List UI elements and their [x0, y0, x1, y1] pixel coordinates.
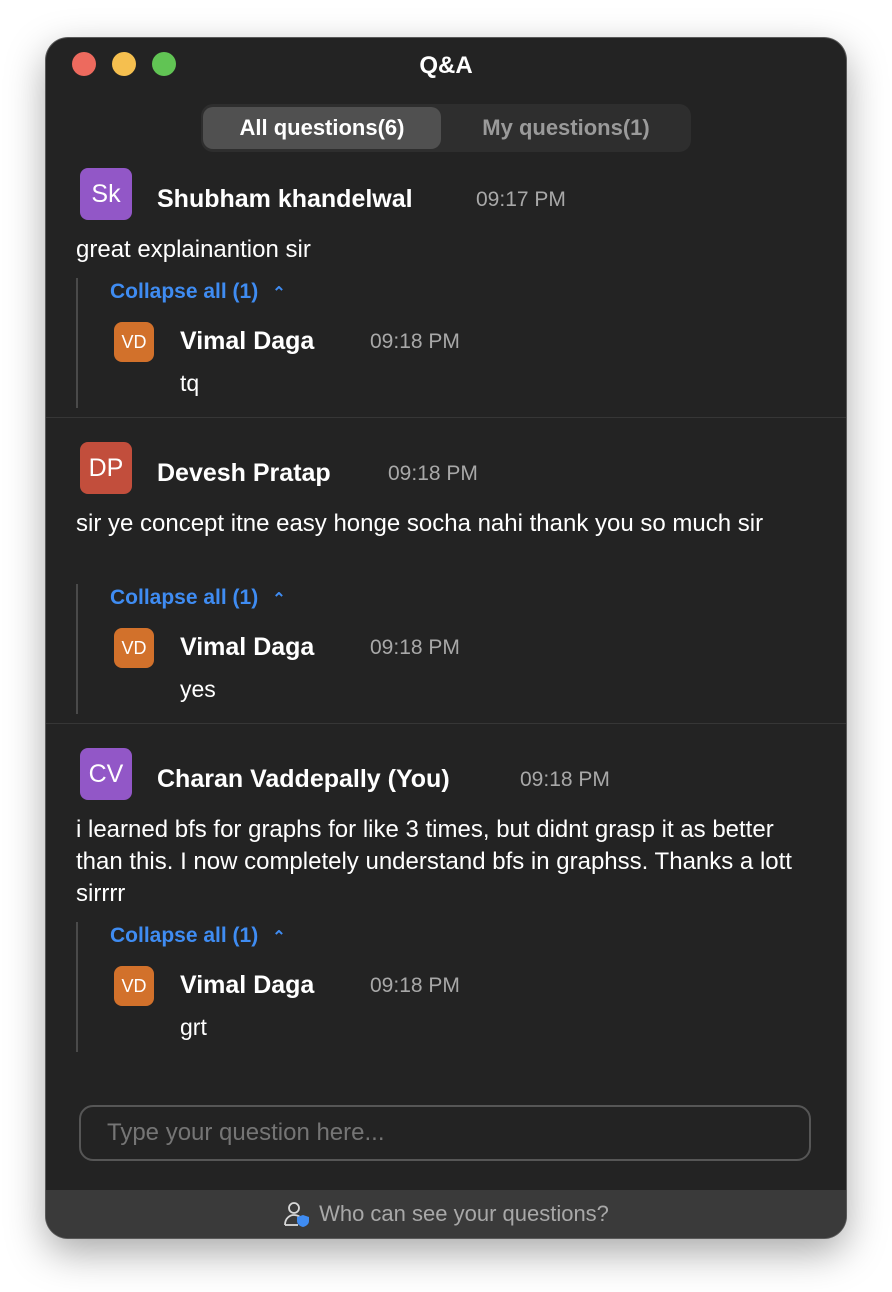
window-title: Q&A	[419, 52, 473, 79]
question-author: Devesh Pratap	[157, 459, 331, 487]
person-shield-icon	[283, 1200, 311, 1228]
reply-avatar: VD	[114, 628, 154, 668]
question-time: 09:17 PM	[476, 188, 566, 211]
avatar-initials: DP	[88, 453, 124, 482]
collapse-label: Collapse all (1)	[110, 280, 259, 303]
question-text: great explainantion sir	[76, 236, 311, 263]
question-text: sir ye concept itne easy honge socha nah…	[76, 510, 764, 537]
reply-divider-line	[76, 278, 78, 408]
collapse-label: Collapse all (1)	[110, 924, 259, 947]
reply-text: tq	[180, 370, 200, 396]
reply-time: 09:18 PM	[370, 636, 460, 659]
reply-divider-line	[76, 922, 78, 1052]
question-time: 09:18 PM	[520, 768, 610, 791]
question-input[interactable]	[79, 1105, 811, 1161]
reply-time: 09:18 PM	[370, 330, 460, 353]
reply-text: yes	[180, 676, 216, 702]
question-tabs: All questions(6) My questions(1)	[201, 104, 691, 152]
collapse-replies-button[interactable]: Collapse all (1) ⌃	[110, 278, 286, 308]
qa-window: Q&A All questions(6) My questions(1) Sk …	[46, 38, 846, 1238]
collapse-replies-button[interactable]: Collapse all (1) ⌃	[110, 922, 286, 952]
thread-divider	[46, 417, 846, 418]
chevron-up-icon: ⌃	[272, 929, 286, 946]
reply-time: 09:18 PM	[370, 974, 460, 997]
question-author: Shubham khandelwal	[157, 185, 413, 213]
question-thread: CV Charan Vaddepally (You) 09:18 PM i le…	[46, 746, 846, 1062]
collapse-replies-button[interactable]: Collapse all (1) ⌃	[110, 584, 286, 614]
reply-author: Vimal Daga	[180, 971, 315, 999]
avatar-initials: CV	[88, 759, 124, 788]
thread-divider	[46, 723, 846, 724]
title-bar: Q&A	[46, 38, 846, 94]
collapse-label: Collapse all (1)	[110, 586, 259, 609]
question-time: 09:18 PM	[388, 462, 478, 485]
avatar: CV	[80, 748, 132, 800]
avatar-initials: VD	[121, 975, 147, 996]
question-thread: Sk Shubham khandelwal 09:17 PM great exp…	[46, 166, 846, 418]
tab-all-questions[interactable]: All questions(6)	[203, 107, 441, 149]
avatar: Sk	[80, 168, 132, 220]
visibility-info-link[interactable]: Who can see your questions?	[46, 1190, 846, 1238]
question-thread: DP Devesh Pratap 09:18 PM sir ye concept…	[46, 440, 846, 724]
tab-my-questions[interactable]: My questions(1)	[443, 107, 689, 149]
reply-text: grt	[180, 1014, 207, 1040]
reply-avatar: VD	[114, 322, 154, 362]
reply-author: Vimal Daga	[180, 327, 315, 355]
avatar: DP	[80, 442, 132, 494]
question-author: Charan Vaddepally (You)	[157, 765, 450, 793]
avatar-initials: VD	[121, 637, 147, 658]
chevron-up-icon: ⌃	[272, 285, 286, 302]
question-text: i learned bfs for graphs for like 3 time…	[76, 816, 792, 907]
reply-divider-line	[76, 584, 78, 714]
avatar-initials: VD	[121, 331, 147, 352]
chevron-up-icon: ⌃	[272, 591, 286, 608]
avatar-initials: Sk	[91, 179, 121, 208]
visibility-info-text: Who can see your questions?	[319, 1201, 609, 1226]
reply-author: Vimal Daga	[180, 633, 315, 661]
reply-avatar: VD	[114, 966, 154, 1006]
